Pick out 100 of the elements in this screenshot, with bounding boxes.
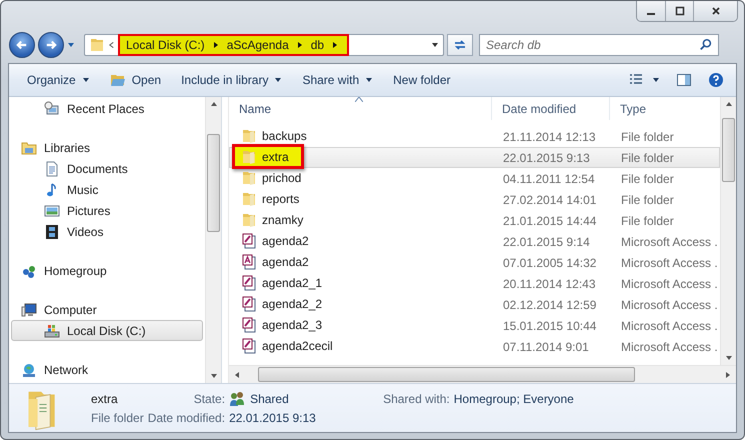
nav-item[interactable]: Pictures [11, 200, 203, 221]
type-cell-text: File folder [620, 192, 675, 206]
nav-item[interactable]: Videos [11, 221, 203, 242]
minimize-icon [647, 13, 655, 15]
folder-icon [241, 190, 257, 207]
minimize-button[interactable] [637, 1, 665, 21]
nav-item[interactable]: Local Disk (C:) [11, 320, 203, 341]
folder-icon [110, 72, 126, 88]
nav-item[interactable]: Music [11, 179, 203, 200]
people-icon [229, 391, 246, 407]
toolbar-button[interactable]: Organize [19, 68, 98, 92]
toolbar-button[interactable]: Include in library [173, 68, 290, 92]
breadcrumb-arrow-icon[interactable] [296, 41, 304, 49]
database-file-icon [241, 316, 257, 333]
type-cell-text: Microsoft Access . [620, 256, 719, 270]
database-file-icon [241, 338, 257, 354]
folder-icon [241, 148, 257, 165]
file-row[interactable]: agenda2 07.01.2005 14:32 Microsoft Access . [229, 252, 720, 273]
hard-drive-icon [44, 322, 60, 338]
breadcrumb-link[interactable]: db [310, 38, 324, 52]
nav-item[interactable]: Recent Places [11, 98, 203, 119]
breadcrumb-arrow-icon[interactable] [212, 41, 220, 49]
document-icon [44, 160, 60, 176]
toolbar-button[interactable]: Share with [294, 68, 382, 92]
file-row[interactable]: agenda2_3 15.01.2015 10:44 Microsoft Access . [229, 315, 720, 336]
scroll-down-arrow-icon[interactable] [210, 372, 218, 380]
horizontal-scrollbar[interactable] [229, 365, 736, 383]
computer-icon [21, 302, 37, 318]
type-cell-text: File folder [620, 172, 675, 186]
type-cell-text: Microsoft Access . [620, 234, 719, 248]
file-row[interactable]: reports 27.02.2014 14:01 File folder [229, 189, 720, 210]
vertical-scrollbar[interactable] [720, 97, 736, 365]
recent-pages-caret-icon[interactable] [67, 41, 75, 49]
scroll-down-arrow-icon[interactable] [724, 354, 732, 362]
nav-item[interactable]: Computer [9, 299, 205, 320]
database-file-icon [241, 254, 257, 270]
scroll-up-arrow-icon[interactable] [724, 100, 732, 108]
date-cell-text: 21.11.2014 12:13 [502, 130, 597, 144]
search-icon[interactable] [699, 38, 713, 52]
scrollbar-thumb[interactable] [722, 118, 735, 182]
column-header[interactable]: Date modified [492, 97, 610, 120]
maximize-button[interactable] [665, 1, 693, 21]
scrollbar-thumb[interactable] [207, 134, 220, 232]
file-name: backups [262, 128, 307, 143]
type-cell-text: Microsoft Access . [620, 298, 719, 312]
file-name: znamky [262, 212, 304, 227]
scroll-left-arrow-icon[interactable] [233, 370, 241, 378]
field-value: Shared [250, 392, 289, 406]
file-row[interactable]: prichod 04.11.2011 12:54 File folder [229, 168, 720, 189]
network-globe-icon [21, 362, 37, 378]
date-cell-text: 15.01.2015 10:44 [502, 318, 598, 332]
scrollbar-thumb[interactable] [258, 367, 635, 382]
folder-icon [89, 37, 105, 53]
type-cell-text: Microsoft Access . [620, 340, 719, 354]
column-header[interactable]: Type [610, 97, 720, 120]
scroll-right-arrow-icon[interactable] [724, 370, 732, 378]
forward-button[interactable] [38, 32, 64, 58]
refresh-button[interactable] [447, 34, 473, 56]
file-name: agenda2_3 [262, 318, 322, 332]
toolbar-button[interactable]: Open [102, 68, 170, 92]
vertical-scrollbar[interactable] [205, 97, 221, 383]
address-bar[interactable]: Local Disk (C:) aScAgenda db [84, 34, 444, 56]
date-cell-text: 22.01.2015 9:13 [502, 150, 591, 164]
date-cell-text: 07.01.2005 14:32 [502, 256, 598, 270]
back-button[interactable] [9, 32, 35, 58]
file-row[interactable]: backups 21.11.2014 12:13 File folder [229, 126, 720, 147]
help-icon [708, 72, 724, 88]
clock-computer-icon [44, 100, 60, 116]
date-cell-text: 27.02.2014 14:01 [502, 192, 598, 206]
file-name: agenda2 [262, 254, 309, 269]
maximize-icon [674, 6, 684, 16]
nav-item[interactable]: Homegroup [9, 260, 205, 281]
nav-item[interactable]: Libraries [9, 137, 205, 158]
date-cell-text: 20.11.2014 12:43 [502, 276, 597, 290]
file-row[interactable]: agenda2_2 02.12.2014 12:59 Microsoft Access . [229, 294, 720, 315]
dropdown-caret-icon[interactable] [431, 41, 439, 49]
column-header[interactable]: Name [229, 97, 492, 120]
scroll-up-arrow-icon[interactable] [210, 100, 218, 108]
dropdown-caret-icon [652, 76, 660, 84]
toolbar-button[interactable]: New folder [385, 68, 458, 92]
breadcrumb-link[interactable]: Local Disk (C:) [126, 38, 205, 52]
file-row[interactable]: znamky 21.01.2015 14:44 File folder [229, 210, 720, 231]
type-cell-text: Microsoft Access . [620, 276, 719, 290]
breadcrumb-arrow-icon[interactable] [331, 41, 340, 49]
nav-item[interactable]: Network [9, 359, 205, 380]
file-row[interactable]: extra 22.01.2015 9:13 File folder [229, 147, 720, 168]
date-cell-text: 02.12.2014 12:59 [502, 298, 598, 312]
folder-icon [241, 170, 257, 186]
preview-pane-icon [676, 72, 692, 88]
file-row[interactable]: agenda2 22.01.2015 9:14 Microsoft Access . [229, 231, 720, 252]
nav-item[interactable]: Documents [11, 158, 203, 179]
file-row[interactable]: agenda2_1 20.11.2014 12:43 Microsoft Access . [229, 273, 720, 294]
overflow-chevron-icon[interactable] [108, 41, 115, 49]
search-field[interactable]: Search db [479, 34, 719, 56]
date-cell-text: 21.01.2015 14:44 [502, 214, 598, 228]
close-button[interactable] [693, 1, 737, 21]
item-type: File folder [91, 411, 144, 425]
file-name: agenda2cecil [262, 338, 333, 353]
file-row[interactable]: agenda2cecil 07.11.2014 9:01 Microsoft Access . [229, 336, 720, 357]
breadcrumb-link[interactable]: aScAgenda [226, 38, 289, 52]
